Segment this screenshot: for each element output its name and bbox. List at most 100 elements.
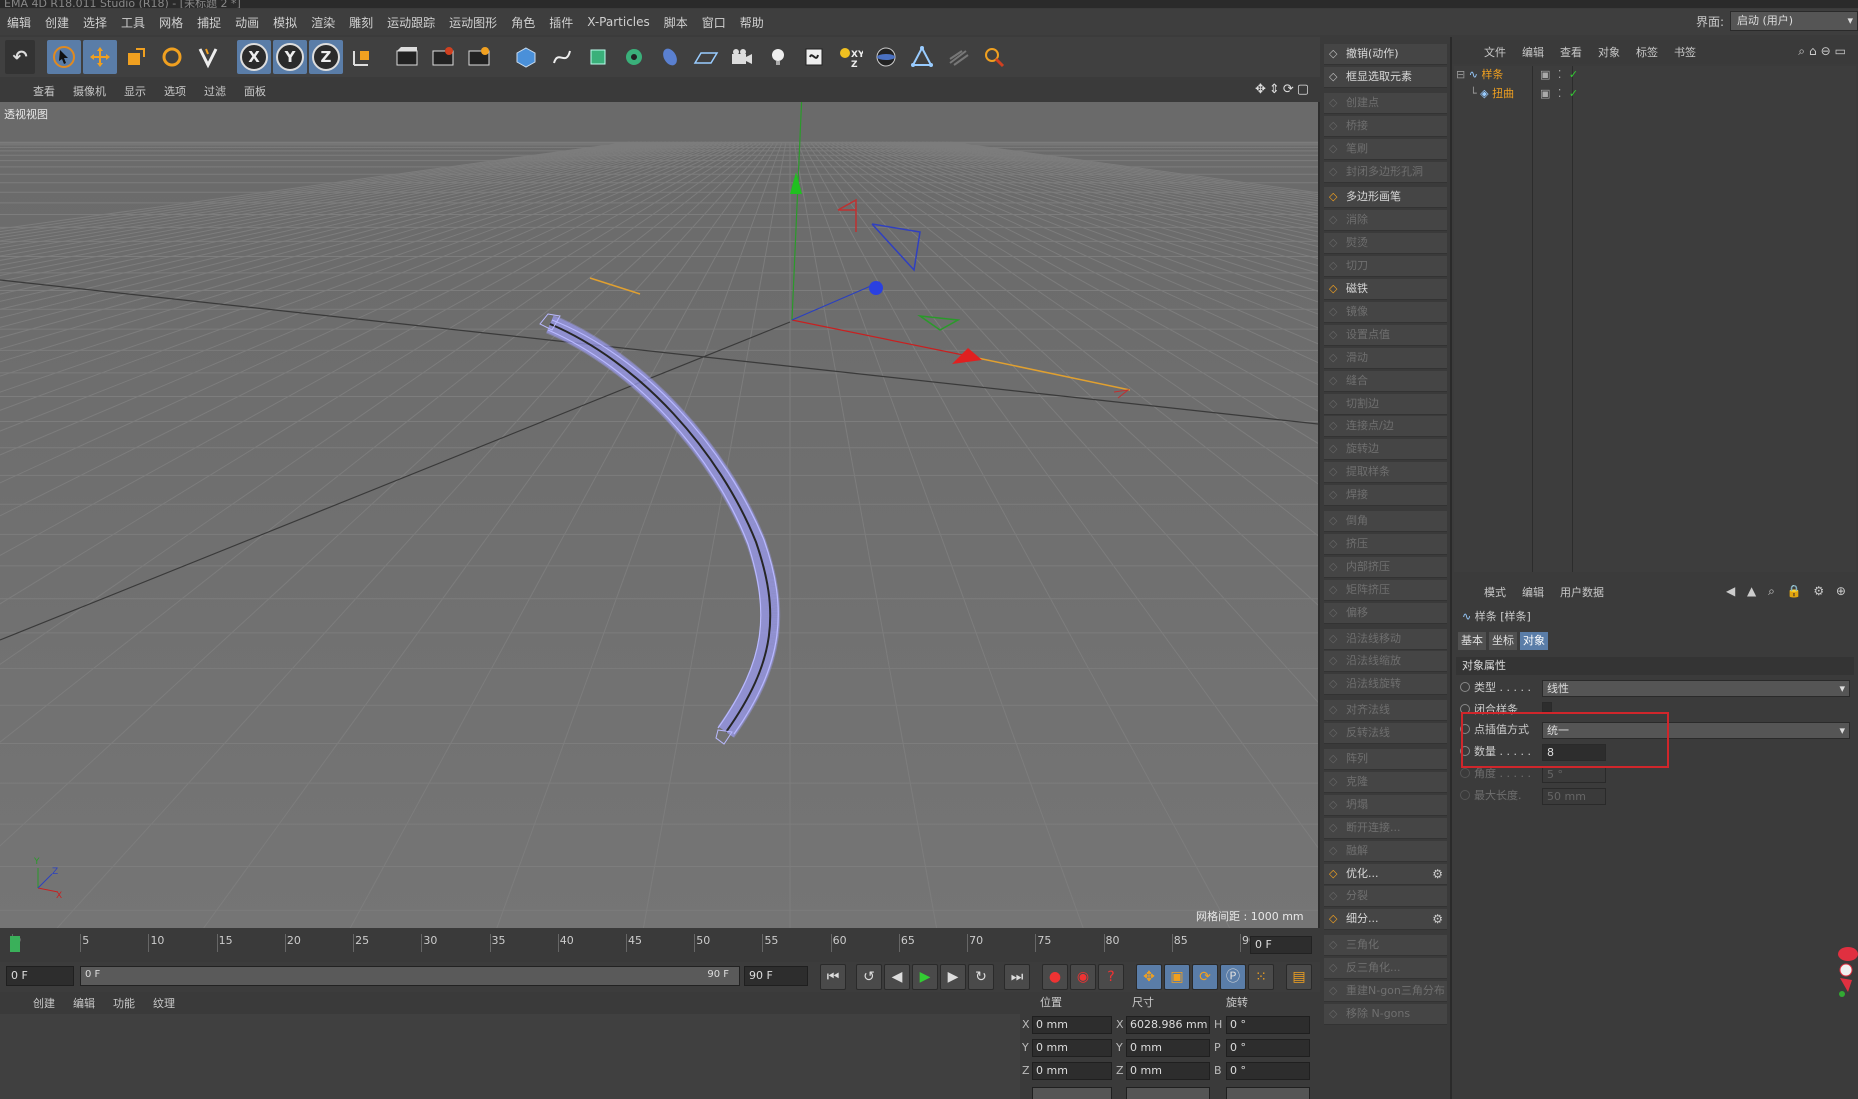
material-menu-create[interactable]: 创建 (24, 995, 64, 1011)
menu-script[interactable]: 脚本 (657, 14, 695, 31)
attr-menu-edit[interactable]: 编辑 (1514, 584, 1552, 600)
rotate-tool-icon[interactable] (155, 40, 189, 74)
menu-animate[interactable]: 动画 (228, 14, 266, 31)
move-tool-icon[interactable] (83, 40, 117, 74)
record-key-icon[interactable]: ● (1042, 964, 1068, 990)
tab-coordinates[interactable]: 坐标 (1489, 632, 1517, 650)
menu-plugins[interactable]: 插件 (542, 14, 580, 31)
rotation-b-field[interactable]: 0 ° (1226, 1062, 1310, 1080)
key-parameter-icon[interactable]: Ⓟ (1220, 964, 1246, 990)
size-x-field[interactable]: 6028.986 mm (1126, 1016, 1210, 1034)
menu-edit[interactable]: 编辑 (0, 14, 38, 31)
twist-visibility-flags[interactable]: ▣ ⁚ ✓ (1540, 85, 1580, 103)
menu-window[interactable]: 窗口 (695, 14, 733, 31)
material-manager-area[interactable] (0, 1014, 1020, 1099)
layout-dropdown[interactable]: 启动 (用户) (1730, 11, 1858, 31)
attr-menu-mode[interactable]: 模式 (1476, 584, 1514, 600)
menu-render[interactable]: 渲染 (304, 14, 342, 31)
rotation-p-field[interactable]: 0 ° (1226, 1039, 1310, 1057)
menu-snap[interactable]: 捕捉 (190, 14, 228, 31)
xref-icon[interactable]: XY Z (833, 40, 867, 74)
object-mode-dropdown[interactable] (1032, 1087, 1112, 1099)
attr-navigation-icons[interactable]: ◀ ▲ ⌕ 🔒 ⚙ ⊕ (1726, 584, 1850, 599)
render-view-icon[interactable] (391, 40, 425, 74)
coordinate-system-icon[interactable] (345, 40, 379, 74)
object-search-home-icons[interactable]: ⌕⌂⊖▭ (1798, 44, 1850, 59)
gear-icon[interactable]: ⚙ (1432, 864, 1443, 884)
rotation-h-field[interactable]: 0 ° (1226, 1016, 1310, 1034)
subdivision-surface-icon[interactable] (581, 40, 615, 74)
key-rotation-icon[interactable]: ⟳ (1192, 964, 1218, 990)
viewport-menu-display[interactable]: 显示 (115, 83, 155, 99)
x-axis-lock-icon[interactable]: X (237, 40, 271, 74)
current-frame-field[interactable]: 0 F (1250, 936, 1312, 954)
spline-pen-icon[interactable] (545, 40, 579, 74)
position-y-field[interactable]: 0 mm (1032, 1039, 1112, 1057)
z-axis-lock-icon[interactable]: Z (309, 40, 343, 74)
size-z-field[interactable]: 0 mm (1126, 1062, 1210, 1080)
key-pla-icon[interactable]: ⁙ (1248, 964, 1274, 990)
next-key-icon[interactable]: ↻ (968, 964, 994, 990)
tab-object[interactable]: 对象 (1520, 632, 1548, 650)
menu-mesh[interactable]: 网格 (152, 14, 190, 31)
mograph-icon[interactable] (905, 40, 939, 74)
viewport-menu-view[interactable]: 查看 (24, 83, 64, 99)
apply-button[interactable] (1226, 1087, 1310, 1099)
viewport-menu-filter[interactable]: 过滤 (195, 83, 235, 99)
menu-mograph[interactable]: 运动图形 (442, 14, 504, 31)
material-menu-edit[interactable]: 编辑 (64, 995, 104, 1011)
object-menu-edit[interactable]: 编辑 (1514, 44, 1552, 60)
go-to-end-icon[interactable]: ⏭ (1004, 964, 1030, 990)
tag-icon[interactable] (797, 40, 831, 74)
animate-radio-icon[interactable] (1460, 682, 1470, 692)
autokey-icon[interactable]: ◉ (1070, 964, 1096, 990)
key-position-icon[interactable]: ✥ (1136, 964, 1162, 990)
menu-help[interactable]: 帮助 (733, 14, 771, 31)
command-1[interactable]: ◇ 框显选取元素 (1324, 66, 1447, 88)
menu-motion-tracker[interactable]: 运动跟踪 (380, 14, 442, 31)
deformer-icon[interactable] (653, 40, 687, 74)
menu-character[interactable]: 角色 (504, 14, 542, 31)
attr-menu-userdata[interactable]: 用户数据 (1552, 584, 1612, 600)
position-x-field[interactable]: 0 mm (1032, 1016, 1112, 1034)
timeline-ruler[interactable]: 051015202530354045505560657075808590 (8, 934, 1256, 954)
gear-icon[interactable]: ⚙ (1432, 909, 1443, 929)
undo-icon[interactable]: ↶ (5, 40, 35, 74)
key-scale-icon[interactable]: ▣ (1164, 964, 1190, 990)
spline-visibility-flags[interactable]: ▣ ⁚ ✓ (1540, 66, 1580, 84)
viewport-menu-panel[interactable]: 面板 (235, 83, 275, 99)
menu-create[interactable]: 创建 (38, 14, 76, 31)
camera-icon[interactable] (725, 40, 759, 74)
position-z-field[interactable]: 0 mm (1032, 1062, 1112, 1080)
preview-range-slider[interactable]: 0 F 90 F (80, 966, 740, 986)
menu-tools[interactable]: 工具 (114, 14, 152, 31)
tree-item-twist[interactable]: └ ◈ 扭曲 (1470, 85, 1540, 103)
sculpt-icon[interactable] (977, 40, 1011, 74)
object-menu-view[interactable]: 查看 (1552, 44, 1590, 60)
viewport-navigation-icons[interactable]: ✥⇕⟳▢ (1255, 82, 1312, 97)
size-y-field[interactable]: 0 mm (1126, 1039, 1210, 1057)
object-menu-file[interactable]: 文件 (1476, 44, 1514, 60)
render-settings-icon[interactable] (463, 40, 497, 74)
light-icon[interactable] (761, 40, 795, 74)
command-10[interactable]: ◇ 磁铁 (1324, 279, 1447, 300)
perspective-viewport[interactable]: Y Z X (0, 102, 1318, 928)
menu-x-particles[interactable]: X-Particles (580, 15, 657, 29)
viewport-menu-options[interactable]: 选项 (155, 83, 195, 99)
tab-basic[interactable]: 基本 (1458, 632, 1486, 650)
menu-simulate[interactable]: 模拟 (266, 14, 304, 31)
menu-select[interactable]: 选择 (76, 14, 114, 31)
y-axis-lock-icon[interactable]: Y (273, 40, 307, 74)
live-selection-icon[interactable] (47, 40, 81, 74)
cloner-icon[interactable] (617, 40, 651, 74)
command-0[interactable]: ◇ 撤销(动作) (1324, 44, 1447, 65)
playhead-marker[interactable] (10, 936, 20, 952)
scale-tool-icon[interactable] (119, 40, 153, 74)
hair-icon[interactable] (941, 40, 975, 74)
type-dropdown[interactable]: 线性 (1542, 680, 1850, 697)
command-37[interactable]: ◇ 细分... ⚙ (1324, 909, 1447, 931)
object-menu-objects[interactable]: 对象 (1590, 44, 1628, 60)
material-menu-function[interactable]: 功能 (104, 995, 144, 1011)
previous-frame-icon[interactable]: ◀ (884, 964, 910, 990)
recent-tools-icon[interactable] (191, 40, 225, 74)
